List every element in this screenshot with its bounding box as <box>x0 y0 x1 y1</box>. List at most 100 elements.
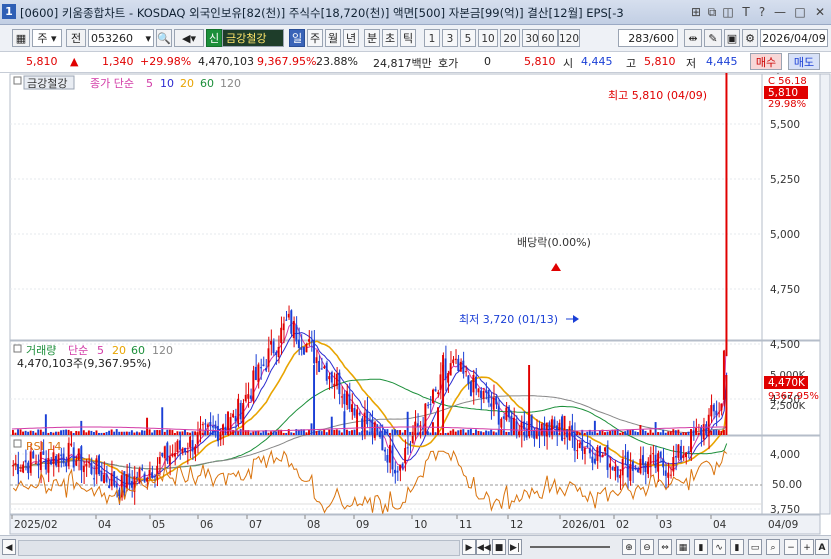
zoom-out-icon[interactable]: ⊖ <box>640 539 654 555</box>
help-icon[interactable]: ? <box>754 4 770 20</box>
interval-1[interactable]: 1 <box>424 29 440 47</box>
candle-body <box>621 458 624 476</box>
volume-bar <box>351 430 353 435</box>
vertical-scrollbar[interactable] <box>819 73 831 515</box>
first-page-icon[interactable]: ◀◀ <box>476 539 491 555</box>
settings-icon[interactable]: ✎ <box>704 29 722 47</box>
last-page-icon[interactable]: ▶| <box>508 539 522 555</box>
search-chart-icon[interactable]: ⌕ <box>766 539 780 555</box>
candle-body <box>320 368 323 370</box>
sell-button[interactable]: 매도 <box>788 53 820 70</box>
bar-type-icon[interactable]: ▮ <box>730 539 744 555</box>
increase-icon[interactable]: + <box>800 539 814 555</box>
candle-type-icon[interactable]: ▮ <box>694 539 708 555</box>
volume-bar <box>528 365 531 435</box>
zoom-in-icon[interactable]: ⊕ <box>622 539 636 555</box>
zoom-icon[interactable]: ⇹ <box>684 29 702 47</box>
candle-body <box>265 368 267 371</box>
decrease-icon[interactable]: − <box>784 539 798 555</box>
candle-body <box>722 350 725 400</box>
config-icon[interactable]: ⚙ <box>742 29 758 47</box>
period-month[interactable]: 월 <box>325 29 341 47</box>
volume-bar <box>566 429 569 435</box>
candle-body <box>474 376 477 389</box>
minimize-icon[interactable]: — <box>772 4 788 20</box>
speaker-icon[interactable]: ◀▾ <box>174 29 204 47</box>
view-count-field[interactable]: 283/600 <box>618 29 678 47</box>
stock-code-input[interactable]: 053260 ▾ <box>88 29 154 47</box>
volume-bar <box>634 431 637 435</box>
title-bar: 1 [0600] 키움종합차트 - KOSDAQ 외국인보유[82(천)] 주식… <box>0 0 831 25</box>
candle-body <box>34 462 37 464</box>
candle-body <box>204 423 207 425</box>
maximize-icon[interactable]: □ <box>792 4 808 20</box>
date-field[interactable]: 2026/04/09 <box>760 29 828 47</box>
interval-3[interactable]: 3 <box>442 29 458 47</box>
period-type-select[interactable]: 주 ▾ <box>32 29 62 47</box>
candle-body <box>168 456 171 465</box>
candle-body <box>249 395 252 399</box>
volume-bar <box>77 431 80 435</box>
candle-body <box>72 447 75 468</box>
line-type-icon[interactable]: ∿ <box>712 539 726 555</box>
scroll-left-icon[interactable]: ◀ <box>2 539 16 555</box>
save-icon[interactable]: ◫ <box>720 4 736 20</box>
candle-body <box>113 471 116 486</box>
interval-60[interactable]: 60 <box>538 29 558 47</box>
interval-5[interactable]: 5 <box>460 29 476 47</box>
zoom-slider[interactable] <box>530 546 610 548</box>
candle-body <box>576 450 579 452</box>
candle-body <box>163 446 166 459</box>
volume-bar <box>90 430 93 435</box>
chart-menu-icon[interactable]: ▦ <box>12 29 30 47</box>
screenshot-icon[interactable]: ▭ <box>748 539 762 555</box>
volume-bar <box>621 431 624 435</box>
buy-button[interactable]: 매수 <box>750 53 782 70</box>
period-tick[interactable]: 틱 <box>400 29 416 47</box>
stock-code-value: 053260 <box>91 32 133 45</box>
candle-body <box>77 448 80 461</box>
candle-body <box>333 383 336 387</box>
period-year[interactable]: 년 <box>343 29 359 47</box>
interval-120[interactable]: 120 <box>558 29 580 47</box>
auto-scale-icon[interactable]: A <box>815 539 829 555</box>
volume-bar <box>512 430 515 435</box>
grid-icon[interactable]: ▦ <box>676 539 690 555</box>
font-size-icon[interactable]: T <box>738 4 754 20</box>
search-icon[interactable]: 🔍 <box>156 29 172 47</box>
link-icon[interactable]: ⊞ <box>688 4 704 20</box>
stop-icon[interactable]: ■ <box>492 539 506 555</box>
volume-bar <box>563 415 566 435</box>
period-week[interactable]: 주 <box>307 29 323 47</box>
interval-10[interactable]: 10 <box>478 29 498 47</box>
volume-bar <box>151 432 154 435</box>
rsi-axis-panel <box>761 435 821 515</box>
scroll-track[interactable] <box>18 540 460 556</box>
period-minute[interactable]: 분 <box>364 29 380 47</box>
view-count-value: 283 <box>628 32 650 45</box>
stock-name-field[interactable]: 금강철강 <box>222 29 284 47</box>
interval-20[interactable]: 20 <box>500 29 520 47</box>
candle-body <box>123 471 126 493</box>
volume-bar <box>310 423 313 435</box>
save-chart-icon[interactable]: ▣ <box>724 29 740 47</box>
period-day[interactable]: 일 <box>289 29 305 47</box>
period-second[interactable]: 초 <box>382 29 398 47</box>
volume-bar <box>695 429 698 435</box>
candle-body <box>677 444 680 458</box>
candle-body <box>310 341 313 343</box>
volume-bar <box>401 432 404 435</box>
volume-bar <box>272 431 275 435</box>
volume-bar <box>22 431 25 435</box>
prev-button[interactable]: 전 <box>66 29 86 47</box>
volume-bar <box>163 431 166 435</box>
volume-bar <box>485 430 488 435</box>
chart-area[interactable]: 금강철강 종가 단순 5 10 20 60 120 최고 5,810 (04/0… <box>0 73 831 535</box>
volume-bar <box>211 430 214 435</box>
copy-window-icon[interactable]: ⧉ <box>704 4 720 20</box>
scroll-right-icon[interactable]: ▶ <box>462 539 476 555</box>
pan-icon[interactable]: ⇔ <box>658 539 672 555</box>
volume-bar <box>371 431 374 435</box>
close-icon[interactable]: ✕ <box>812 4 828 20</box>
price-tick-label: 3,750 <box>770 504 800 516</box>
